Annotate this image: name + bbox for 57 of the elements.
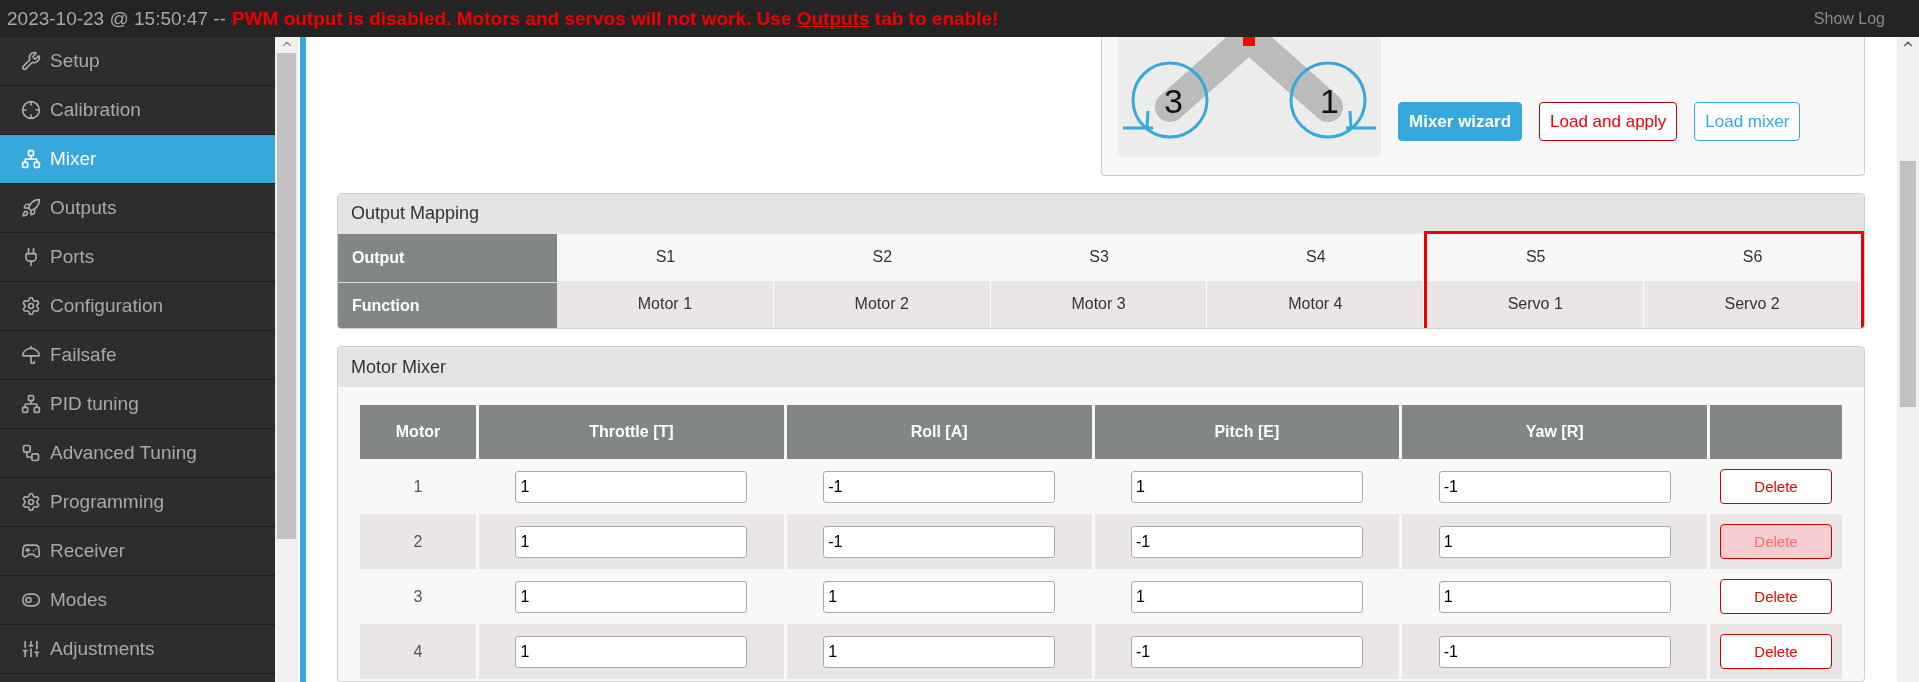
motor-number: 1 <box>1320 82 1339 120</box>
column-header: Throttle [T] <box>479 405 784 460</box>
outputs-link[interactable]: Outputs <box>796 7 870 29</box>
panel-title: Motor Mixer <box>338 347 1864 388</box>
input-field[interactable]: 1 <box>515 635 748 668</box>
network-icon <box>20 148 42 170</box>
input-field[interactable]: 1 <box>1438 580 1671 613</box>
input-field[interactable]: 1 <box>515 580 748 613</box>
scrollbar-thumb[interactable] <box>277 53 296 539</box>
table-cell: Servo 2 <box>1644 280 1861 328</box>
wrench-icon <box>20 50 42 72</box>
column-header: Roll [A] <box>786 405 1092 460</box>
input-field[interactable]: 1 <box>823 580 1056 613</box>
motor-number: 3 <box>1164 82 1183 120</box>
table-cell: Servo 1 <box>1427 280 1645 328</box>
apply-button[interactable]: Load and apply <box>1539 102 1678 141</box>
column-header: Yaw [R] <box>1402 405 1707 460</box>
row-header: Function <box>338 281 557 329</box>
column-header: Motor <box>360 405 476 460</box>
network-icon <box>20 393 42 415</box>
input-field[interactable]: -1 <box>1130 635 1363 668</box>
show-log-link[interactable]: Show Log <box>1813 9 1885 28</box>
delete-button[interactable]: Delete <box>1720 469 1832 505</box>
input-field[interactable]: 1 <box>1130 580 1363 613</box>
timestamp: 2023-10-23 @ 15:50:47 -- <box>7 7 226 30</box>
gear-icon <box>20 295 42 317</box>
delete-button[interactable]: Delete <box>1720 579 1832 615</box>
warning-message: PWM output is disabled. Motors and servos will not work. Use Outputs tab to enable! <box>231 7 999 30</box>
table-cell: Motor 2 <box>773 280 991 328</box>
input-field[interactable]: -1 <box>823 525 1056 558</box>
panel-title: Output Mapping <box>338 193 1864 234</box>
input-field[interactable]: -1 <box>1438 635 1671 668</box>
input-field[interactable]: -1 <box>1130 525 1363 558</box>
sliders-icon <box>20 638 42 660</box>
scrollbar[interactable] <box>1897 37 1919 682</box>
delete-button[interactable]: Delete <box>1720 634 1832 670</box>
umbrella-icon <box>20 344 42 366</box>
table-cell: Motor 4 <box>1207 280 1425 328</box>
gear-icon <box>20 491 42 513</box>
column-header: Pitch [E] <box>1094 405 1400 460</box>
scrollbar[interactable] <box>275 37 298 682</box>
table-cell: Motor 3 <box>990 280 1208 328</box>
rocket-icon <box>20 197 42 219</box>
input-field[interactable]: 1 <box>1130 470 1363 503</box>
input-field[interactable]: 1 <box>515 525 748 558</box>
input-field[interactable]: 1 <box>515 470 748 503</box>
row-header: Output <box>338 233 557 282</box>
input-field[interactable]: 1 <box>1438 525 1671 558</box>
table-cell: 2 <box>360 514 476 570</box>
scrollbar-thumb[interactable] <box>1900 161 1916 407</box>
input-field[interactable]: -1 <box>823 470 1056 503</box>
crosshair-icon <box>20 99 42 121</box>
table-cell: Motor 1 <box>557 280 774 328</box>
table-cell: 4 <box>360 624 476 680</box>
input-field[interactable]: 1 <box>823 635 1056 668</box>
input-field[interactable]: -1 <box>1438 470 1671 503</box>
workflow-icon <box>20 442 42 464</box>
